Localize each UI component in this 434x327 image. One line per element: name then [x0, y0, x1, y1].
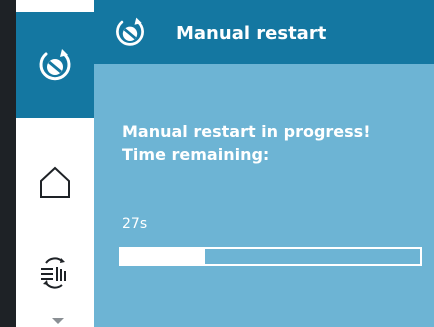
progress-bar — [119, 247, 422, 266]
scroll-down-arrow-icon[interactable] — [52, 318, 64, 324]
restart-icon — [35, 45, 75, 85]
time-remaining-value: 27s — [122, 216, 148, 232]
sidebar-item-manual-restart[interactable] — [16, 12, 94, 118]
sidebar-item-home[interactable] — [16, 140, 94, 224]
home-icon — [37, 164, 73, 200]
progress-fill — [121, 249, 205, 264]
sidebar — [16, 0, 94, 327]
device-bezel — [0, 0, 16, 327]
status-message: Manual restart in progress! Time remaini… — [122, 122, 371, 164]
page-title: Manual restart — [176, 23, 327, 44]
header: Manual restart — [94, 0, 434, 64]
settings-icon — [37, 254, 73, 290]
main-content: Manual restart in progress! Time remaini… — [94, 64, 434, 327]
restart-icon — [112, 14, 148, 50]
sidebar-item-settings[interactable] — [16, 236, 94, 308]
